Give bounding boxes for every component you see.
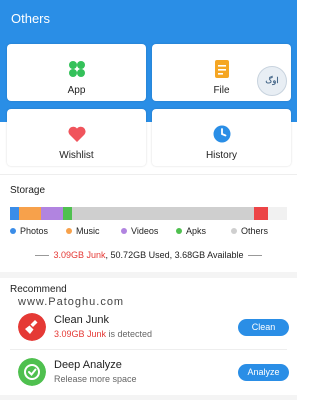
legend-label: Photos [20, 226, 49, 236]
storage-legend: Photos Music Videos Apks Others [10, 226, 287, 238]
tile-wishlist-label: Wishlist [59, 150, 94, 161]
section-divider [0, 174, 297, 175]
analyze-icon [18, 358, 46, 386]
rec-junk-size: 3.09GB Junk [54, 329, 107, 339]
legend-dot [10, 228, 16, 234]
broom-icon [18, 313, 46, 341]
file-icon [214, 60, 229, 78]
storage-segment-others [72, 207, 254, 220]
tile-app[interactable]: App [7, 44, 146, 101]
rec-subtitle: Release more space [54, 374, 137, 384]
legend-dot [121, 228, 127, 234]
rec-title: Deep Analyze [54, 359, 122, 371]
tile-history[interactable]: History [152, 109, 291, 166]
bottom-divider [0, 395, 297, 400]
recommend-clean-junk[interactable]: Clean Junk 3.09GB Junk is detected Clean [0, 307, 297, 349]
storage-segment-music [19, 207, 41, 220]
recommend-title: Recommend [10, 284, 67, 295]
storage-segment-apks [63, 207, 72, 220]
rec-subtitle: 3.09GB Junk is detected [54, 329, 152, 339]
junk-size: 3.09GB Junk [53, 250, 106, 260]
rec-subtitle-rest: is detected [106, 329, 153, 339]
clock-icon [213, 125, 230, 143]
analyze-button[interactable]: Analyze [238, 364, 289, 381]
storage-segment-junk [254, 207, 268, 220]
tile-history-label: History [205, 150, 238, 161]
tile-wishlist[interactable]: Wishlist [7, 109, 146, 166]
legend-label: Apks [186, 226, 207, 236]
rec-title: Clean Junk [54, 314, 110, 326]
storage-segment-photos [10, 207, 19, 220]
legend-apks: Apks [176, 226, 206, 236]
recommend-divider [10, 349, 287, 350]
legend-label: Others [241, 226, 269, 236]
legend-photos: Photos [10, 226, 48, 236]
watermark-logo: اوگ [257, 66, 287, 96]
legend-label: Videos [131, 226, 159, 236]
watermark-logo-text: اوگ [265, 76, 279, 85]
legend-dot [176, 228, 182, 234]
recommend-deep-analyze[interactable]: Deep Analyze Release more space Analyze [0, 352, 297, 394]
storage-segment-videos [41, 207, 63, 220]
legend-videos: Videos [121, 226, 158, 236]
legend-dot [66, 228, 72, 234]
legend-dot [231, 228, 237, 234]
heart-icon [67, 126, 86, 142]
summary-arrow-right [248, 255, 262, 256]
storage-bar [10, 207, 287, 220]
clean-button[interactable]: Clean [238, 319, 289, 336]
legend-label: Music [76, 226, 100, 236]
storage-title: Storage [10, 185, 46, 196]
app-grid-icon [68, 61, 85, 77]
storage-summary-rest: , 50.72GB Used, 3.68GB Available [105, 250, 244, 260]
tile-app-label: App [67, 85, 86, 96]
section-divider [0, 272, 297, 278]
page-title: Others [11, 11, 51, 26]
legend-music: Music [66, 226, 100, 236]
legend-others: Others [231, 226, 268, 236]
